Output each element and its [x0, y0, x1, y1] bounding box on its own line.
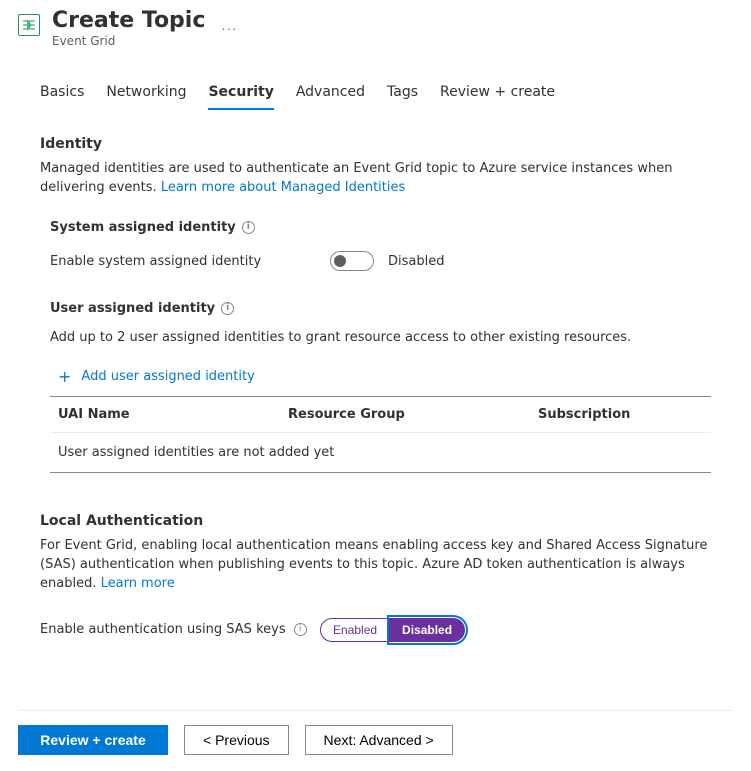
event-grid-logo-icon [18, 14, 40, 36]
local-auth-learn-more-link[interactable]: Learn more [101, 576, 175, 591]
info-icon[interactable]: i [221, 302, 234, 315]
add-user-identity-button[interactable]: + Add user assigned identity [58, 361, 711, 392]
sas-disabled-option[interactable]: Disabled [390, 618, 465, 642]
identity-description: Managed identities are used to authentic… [40, 160, 711, 198]
review-create-button[interactable]: Review + create [18, 725, 168, 755]
wizard-footer: Review + create < Previous Next: Advance… [18, 710, 733, 755]
system-identity-state: Disabled [388, 254, 444, 269]
tab-networking[interactable]: Networking [106, 78, 186, 110]
page-title: Create Topic [52, 8, 205, 34]
service-name: Event Grid [52, 34, 205, 48]
tab-review-create[interactable]: Review + create [440, 78, 555, 110]
system-identity-label: Enable system assigned identity [50, 254, 330, 269]
system-identity-toggle[interactable] [330, 251, 374, 271]
plus-icon: + [58, 367, 71, 386]
identity-heading: Identity [40, 136, 711, 152]
identity-learn-more-link[interactable]: Learn more about Managed Identities [161, 180, 405, 195]
info-icon[interactable]: i [294, 623, 307, 636]
table-header-resource-group: Resource Group [280, 397, 530, 432]
tab-security[interactable]: Security [208, 78, 273, 110]
table-empty-message: User assigned identities are not added y… [50, 433, 711, 472]
table-header-uai-name: UAI Name [50, 397, 280, 432]
local-auth-description: For Event Grid, enabling local authentic… [40, 537, 711, 594]
sas-enabled-option[interactable]: Enabled [320, 618, 390, 642]
next-button[interactable]: Next: Advanced > [305, 725, 453, 755]
previous-button[interactable]: < Previous [184, 725, 289, 755]
local-auth-heading: Local Authentication [40, 513, 711, 529]
table-header-subscription: Subscription [530, 397, 711, 432]
sas-auth-segmented: Enabled Disabled [320, 618, 465, 642]
tab-advanced[interactable]: Advanced [296, 78, 365, 110]
user-identity-heading: User assigned identity i [50, 301, 711, 316]
user-identity-table: UAI Name Resource Group Subscription Use… [50, 396, 711, 473]
tab-tags[interactable]: Tags [387, 78, 418, 110]
user-identity-helper: Add up to 2 user assigned identities to … [50, 330, 711, 345]
system-identity-heading: System assigned identity i [50, 220, 711, 235]
more-actions-button[interactable]: ··· [217, 16, 241, 40]
tab-bar: Basics Networking Security Advanced Tags Revi… [0, 78, 751, 110]
sas-auth-label: Enable authentication using SAS keys [40, 622, 286, 637]
info-icon[interactable]: i [242, 221, 255, 234]
tab-basics[interactable]: Basics [40, 78, 84, 110]
